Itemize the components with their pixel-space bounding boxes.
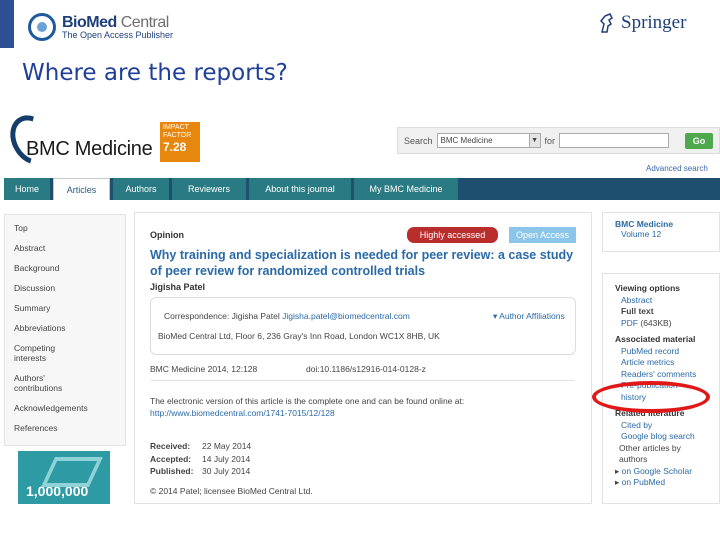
article-author: Jigisha Patel: [150, 282, 206, 292]
date-label: Accepted:: [150, 453, 192, 464]
correspondence-box: [150, 297, 576, 355]
slide-title: Where are the reports?: [22, 60, 288, 86]
viewing-abstract-link[interactable]: Abstract: [615, 295, 719, 307]
toc-item-acknowledgements[interactable]: Acknowledgements: [14, 403, 125, 413]
chevron-down-icon: ▼: [528, 134, 540, 147]
search-bar: Search BMC Medicine ▼ for Go: [397, 127, 720, 154]
tab-authors[interactable]: Authors: [113, 178, 169, 200]
author-affiliations-link[interactable]: Author Affiliations: [493, 311, 565, 322]
article-url-link[interactable]: http://www.biomedcentral.com/1741-7015/1…: [150, 408, 335, 418]
logo-text-biomed: BioMed: [62, 13, 117, 31]
advertisement-banner[interactable]: 1,000,000: [18, 451, 110, 504]
viewing-fulltext-current: Full text: [621, 306, 654, 316]
toc-item-interests[interactable]: interests: [14, 353, 125, 363]
correspondence-line: Correspondence: Jigisha Patel Jigisha.pa…: [164, 311, 410, 321]
toc-item-contributions[interactable]: contributions: [14, 383, 125, 393]
toc-item-authors[interactable]: Authors': [14, 373, 125, 383]
impact-label-1: IMPACT: [163, 124, 189, 131]
citation-text: BMC Medicine 2014, 12:128: [150, 364, 258, 374]
google-blog-search-link[interactable]: Google blog search: [615, 431, 719, 443]
viewing-options-heading: Viewing options: [615, 283, 681, 293]
springer-logo: Springer: [598, 12, 686, 34]
search-go-button[interactable]: Go: [685, 133, 713, 149]
toc-item-discussion[interactable]: Discussion: [14, 283, 125, 293]
red-highlight-ellipse: [592, 381, 710, 413]
doi-text: doi:10.1186/s12916-014-0128-z: [306, 364, 426, 374]
other-articles-label-line2: authors: [619, 454, 648, 464]
correspondence-label: Correspondence: Jigisha Patel: [164, 311, 280, 321]
search-label: Search: [404, 135, 433, 146]
open-access-badge: Open Access: [509, 227, 576, 243]
tab-articles[interactable]: Articles: [53, 178, 110, 200]
article-metrics-link[interactable]: Article metrics: [615, 357, 719, 369]
search-scope-select[interactable]: BMC Medicine ▼: [436, 133, 541, 148]
date-row: Published: 30 July 2014: [150, 466, 251, 479]
other-articles-label: Other articles by: [619, 442, 681, 453]
date-row: Received: 22 May 2014: [150, 441, 251, 454]
toc-item-abbreviations[interactable]: Abbreviations: [14, 323, 125, 333]
impact-factor-badge[interactable]: IMPACT FACTOR 7.28: [160, 122, 200, 162]
tab-my-bmc-medicine[interactable]: My BMC Medicine: [354, 178, 458, 200]
pubmed-link[interactable]: on PubMed: [615, 477, 719, 489]
author-address: BioMed Central Ltd, Floor 6, 236 Gray's …: [158, 331, 440, 341]
ad-text: 1,000,000: [26, 483, 89, 499]
logo-text-central: Central: [120, 13, 170, 31]
pdf-size: (643KB): [640, 317, 672, 328]
logo-tagline: The Open Access Publisher: [62, 29, 174, 40]
cited-by-link[interactable]: Cited by: [615, 420, 719, 432]
table-of-contents: Top Abstract Background Discussion Summa…: [4, 214, 126, 446]
advanced-search-link[interactable]: Advanced search: [646, 164, 708, 173]
sidebar-journal-box: BMC Medicine Volume 12: [602, 212, 720, 252]
toc-item-top[interactable]: Top: [14, 223, 125, 233]
impact-label-2: FACTOR: [163, 132, 192, 140]
google-scholar-link[interactable]: on Google Scholar: [615, 466, 719, 478]
date-value: 22 May 2014: [202, 441, 252, 451]
impact-value: 7.28: [163, 140, 187, 155]
slide-accent-bar: [0, 0, 14, 48]
biomedcentral-logo: BioMed Central The Open Access Publisher: [28, 10, 173, 44]
tab-about-journal[interactable]: About this journal: [249, 178, 351, 200]
sidebar-volume-link[interactable]: Volume 12: [615, 229, 719, 239]
pubmed-record-link[interactable]: PubMed record: [615, 346, 719, 358]
toc-item-summary[interactable]: Summary: [14, 303, 125, 313]
date-label: Received:: [150, 441, 191, 451]
toc-item-competing[interactable]: Competing: [14, 343, 125, 353]
sidebar-journal-link[interactable]: BMC Medicine: [615, 219, 719, 229]
article-dates: Received: 22 May 2014 Accepted: 14 July 20…: [150, 441, 251, 479]
article-title: Why training and specialization is neede…: [150, 248, 574, 278]
search-scope-value: BMC Medicine: [440, 136, 493, 145]
tab-home[interactable]: Home: [4, 178, 50, 200]
readers-comments-link[interactable]: Readers' comments: [615, 369, 719, 381]
electronic-version-note: The electronic version of this article i…: [150, 396, 465, 406]
toc-item-abstract[interactable]: Abstract: [14, 243, 125, 253]
journal-webpage-screenshot: BMC Medicine IMPACT FACTOR 7.28 Search B…: [0, 108, 720, 504]
citation-line: BMC Medicine 2014, 12:128 doi:10.1186/s1…: [150, 364, 574, 381]
copyright-line: © 2014 Patel; licensee BioMed Central Lt…: [150, 486, 313, 496]
search-for-label: for: [544, 135, 556, 146]
date-label: Published:: [150, 466, 194, 476]
date-row: Accepted: 14 July 2014: [150, 454, 251, 467]
correspondence-email[interactable]: Jigisha.patel@biomedcentral.com: [282, 311, 410, 321]
viewing-pdf-link[interactable]: PDF: [621, 318, 638, 328]
journal-name: BMC Medicine: [26, 138, 153, 160]
date-value: 30 July 2014: [202, 466, 251, 476]
search-input[interactable]: [559, 133, 670, 148]
toc-item-background[interactable]: Background: [14, 263, 125, 273]
springer-horse-icon: [599, 13, 613, 33]
article-type: Opinion: [150, 230, 184, 240]
viewing-pdf-row: PDF (643KB): [615, 318, 719, 330]
tab-reviewers[interactable]: Reviewers: [172, 178, 246, 200]
toc-item-references[interactable]: References: [14, 423, 125, 433]
springer-logo-text: Springer: [621, 12, 687, 33]
biomedcentral-logo-icon: [28, 13, 56, 41]
highly-accessed-badge: Highly accessed: [407, 227, 498, 243]
associated-material-heading: Associated material: [615, 334, 696, 344]
date-value: 14 July 2014: [202, 453, 251, 464]
